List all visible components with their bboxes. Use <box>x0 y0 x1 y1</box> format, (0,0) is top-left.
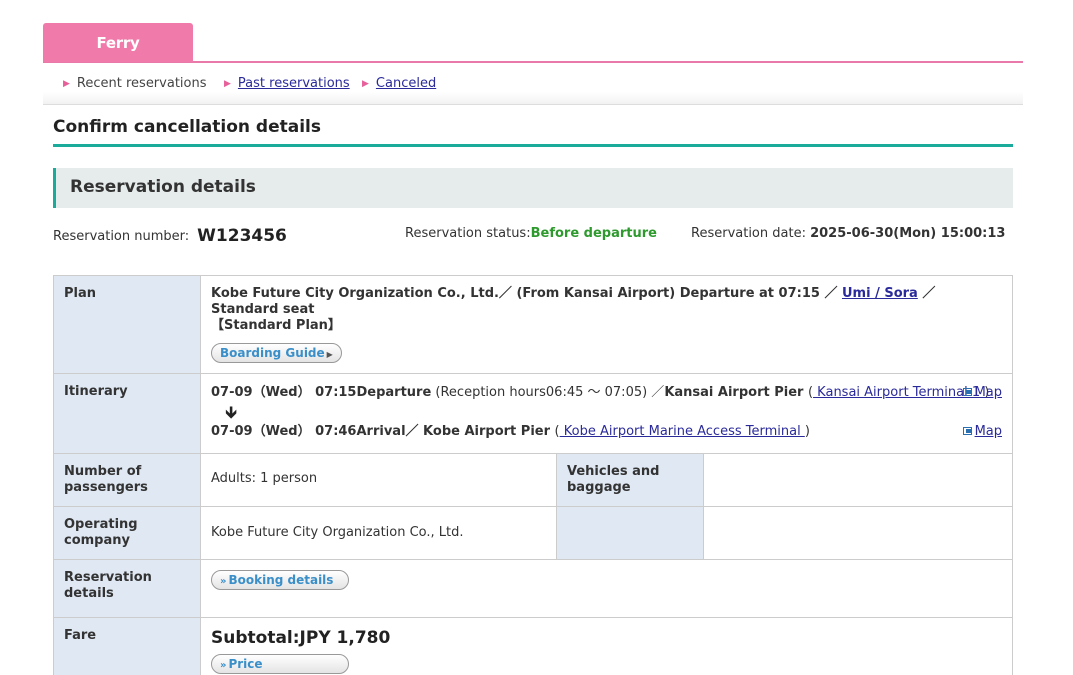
ship-link[interactable]: Umi / Sora <box>842 286 918 301</box>
external-window-icon <box>962 388 972 396</box>
down-arrow-icon: 🡻 <box>225 403 238 423</box>
subnav-canceled[interactable]: ▶ Canceled <box>362 76 436 91</box>
reservation-number-label: Reservation number: <box>53 229 190 244</box>
table-row-booking: Reservation details » Booking details <box>53 559 1013 618</box>
reservation-details-table: Plan Kobe Future City Organization Co., … <box>53 275 1013 675</box>
boarding-guide-button[interactable]: Boarding Guide ▶ <box>211 343 342 363</box>
empty-label-cell <box>556 506 704 560</box>
chevron-down-icon: » <box>220 660 227 671</box>
external-window-icon <box>962 427 972 435</box>
subnav-past-label[interactable]: Past reservations <box>238 76 350 91</box>
map-label: Map <box>974 385 1002 400</box>
kansai-terminal-link[interactable]: Kansai Airport Terminal 1 <box>813 385 984 400</box>
reservation-number: Reservation number: W123456 <box>53 226 287 246</box>
passengers-label: Number of passengers <box>53 453 201 507</box>
tab-ferry-reservations[interactable]: Ferry reservations <box>43 23 193 92</box>
booking-details-button[interactable]: » Booking details <box>211 570 349 590</box>
fare-label: Fare <box>53 617 201 675</box>
table-row-operator: Operating company Kobe Future City Organ… <box>53 506 1013 560</box>
price-breakdown-button[interactable]: »Price breakdown <box>211 654 349 674</box>
table-row-plan: Plan Kobe Future City Organization Co., … <box>53 275 1013 374</box>
booking-value: » Booking details <box>200 559 1013 618</box>
arrow-right-icon: ▶ <box>326 350 333 359</box>
arrival-map-link[interactable]: Map <box>962 423 1002 441</box>
booking-label: Reservation details <box>53 559 201 618</box>
itinerary-label: Itinerary <box>53 373 201 454</box>
plan-name: 【Standard Plan】 <box>211 318 341 333</box>
triangle-icon: ▶ <box>63 79 70 89</box>
departure-pier: Kansai Airport Pier <box>664 385 804 400</box>
arrival-time: 07-09（Wed） 07:46Arrival／ Kobe Airport Pi… <box>211 424 551 439</box>
plan-text: Kobe Future City Organization Co., Ltd.／… <box>211 286 1002 334</box>
boarding-guide-label: Boarding Guide <box>220 346 325 360</box>
plan-route-text: Kobe Future City Organization Co., Ltd.／… <box>211 286 842 301</box>
passengers-value: Adults: 1 person <box>200 453 557 507</box>
reservation-number-value: W123456 <box>197 226 287 246</box>
departure-time: 07-09（Wed） 07:15Departure <box>211 385 432 400</box>
table-row-itinerary: Itinerary 07-09（Wed） 07:15Departure (Rec… <box>53 373 1013 454</box>
status-badge: Before departure <box>530 226 657 241</box>
itinerary-value: 07-09（Wed） 07:15Departure (Reception hou… <box>200 373 1013 454</box>
table-row-passengers: Number of passengers Adults: 1 person Ve… <box>53 453 1013 507</box>
sub-navigation: ▶ Recent reservations ▶ Past reservations … <box>43 63 1023 105</box>
fare-value: Subtotal:JPY 1,780 »Price breakdown <box>200 617 1013 675</box>
section-title: Reservation details <box>53 168 1013 208</box>
departure-map-link[interactable]: Map <box>962 384 1002 402</box>
operator-value: Kobe Future City Organization Co., Ltd. <box>200 506 557 560</box>
price-breakdown-label: Price breakdown <box>228 657 263 671</box>
plan-value: Kobe Future City Organization Co., Ltd.／… <box>200 275 1013 374</box>
page-title: Confirm cancellation details <box>53 117 1013 147</box>
empty-value-cell <box>703 506 1013 560</box>
reservation-date-value: 2025-06-30(Mon) 15:00:13 <box>810 226 1006 241</box>
map-label: Map <box>974 424 1002 439</box>
subnav-canceled-label[interactable]: Canceled <box>376 76 436 91</box>
plan-label: Plan <box>53 275 201 374</box>
departure-line: 07-09（Wed） 07:15Departure (Reception hou… <box>211 384 1002 402</box>
table-row-fare: Fare Subtotal:JPY 1,780 »Price breakdown <box>53 617 1013 675</box>
kobe-terminal-link[interactable]: Kobe Airport Marine Access Terminal <box>560 424 805 439</box>
subnav-recent-label: Recent reservations <box>76 76 207 91</box>
triangle-icon: ▶ <box>362 79 369 89</box>
reservation-status: Reservation status:Before departure <box>405 226 657 241</box>
fare-subtotal: Subtotal:JPY 1,780 <box>211 628 391 648</box>
reservation-status-label: Reservation status: <box>405 226 531 241</box>
tab-bar: Ferry reservations <box>43 23 1023 92</box>
reservation-date-label: Reservation date: <box>691 226 806 241</box>
reservation-date: Reservation date: 2025-06-30(Mon) 15:00:… <box>691 226 1005 241</box>
vehicles-value <box>703 453 1013 507</box>
booking-details-label: Booking details <box>228 573 334 587</box>
vehicles-label: Vehicles and baggage <box>556 453 704 507</box>
arrival-line: 07-09（Wed） 07:46Arrival／ Kobe Airport Pi… <box>211 423 1002 441</box>
subnav-recent-reservations[interactable]: ▶ Recent reservations <box>63 76 207 91</box>
subnav-past-reservations[interactable]: ▶ Past reservations <box>224 76 350 91</box>
chevron-down-icon: » <box>220 576 227 587</box>
triangle-icon: ▶ <box>224 79 231 89</box>
operator-label: Operating company <box>53 506 201 560</box>
reception-hours: (Reception hours06:45 ～ 07:05) ／ <box>431 385 665 400</box>
